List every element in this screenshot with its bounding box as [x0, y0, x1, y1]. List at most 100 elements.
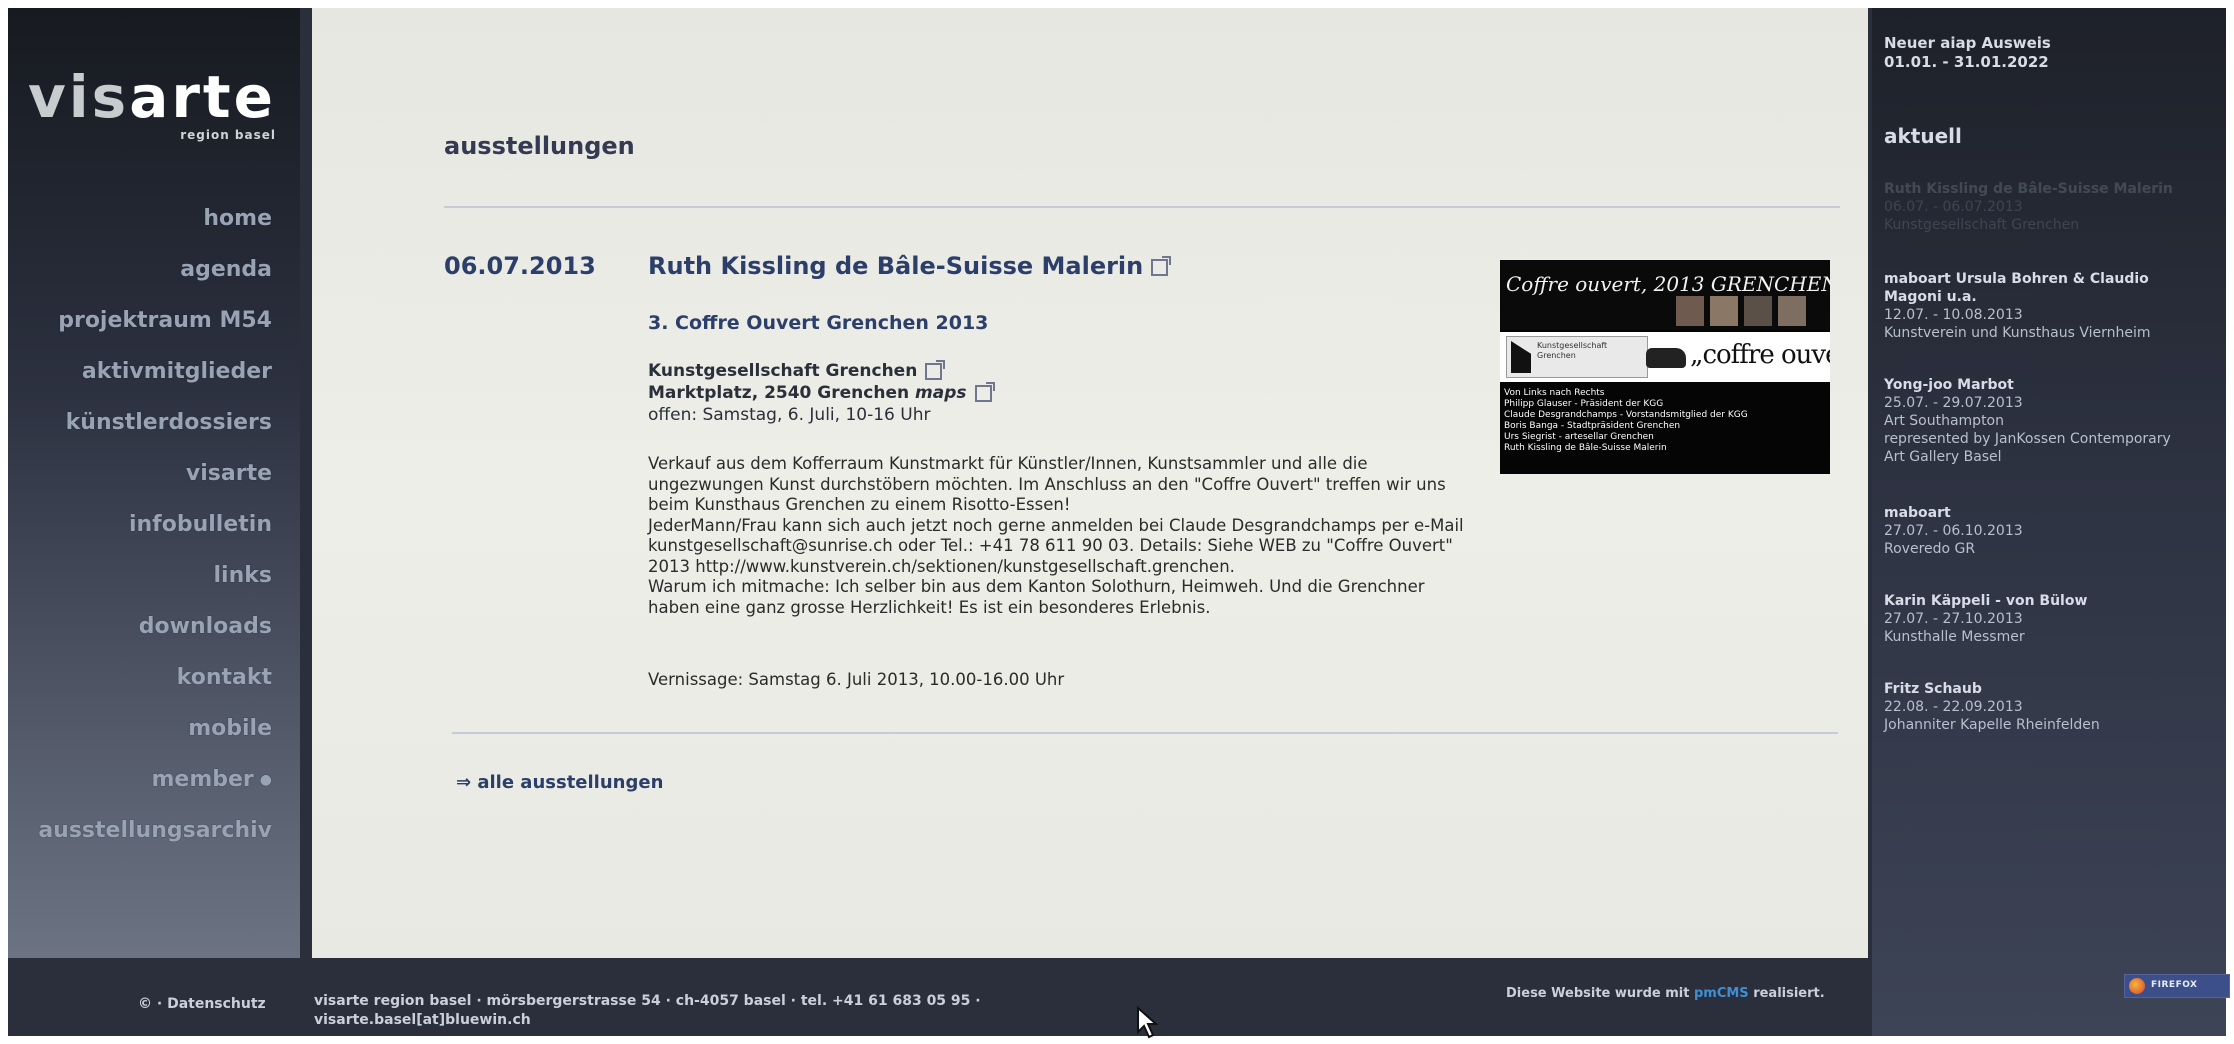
news-venue: Roveredo GR [1884, 541, 1976, 557]
nav-item-home[interactable]: home [38, 200, 272, 251]
news-item[interactable]: Karin Käppeli - von Bülow 27.07. - 27.10… [1884, 592, 2087, 646]
nav-item-aktivmitglieder[interactable]: aktivmitglieder [38, 353, 272, 404]
visarte-logo[interactable]: visarte region basel [28, 68, 276, 142]
external-link-icon [974, 381, 995, 402]
nav-item-infobulletin[interactable]: infobulletin [38, 506, 272, 557]
image-logo-strip: Kunstgesellschaft Grenchen „coffre ouver… [1500, 332, 1830, 382]
news-date: 12.07. - 10.08.2013 [1884, 307, 2023, 323]
vernissage-info: Vernissage: Samstag 6. Juli 2013, 10.00-… [648, 670, 1065, 689]
maps-link[interactable]: maps [915, 381, 995, 403]
news-date: 27.07. - 27.10.2013 [1884, 611, 2023, 627]
nav-item-member-label: member [151, 767, 254, 792]
nav-item-agenda[interactable]: agenda [38, 251, 272, 302]
news-date: 22.08. - 22.09.2013 [1884, 699, 2023, 715]
footer: © · Datenschutz visarte region basel · m… [8, 958, 1872, 1036]
datenschutz-link[interactable]: © · Datenschutz [138, 996, 266, 1012]
image-caption-list: Von Links nach Rechts Philipp Glauser - … [1504, 388, 1748, 454]
news-item[interactable]: maboart 27.07. - 06.10.2013 Roveredo GR [1884, 504, 2023, 558]
title-divider [444, 206, 1840, 208]
nav-item-ausstellungsarchiv[interactable]: ausstellungsarchiv [38, 812, 272, 863]
nav-item-links[interactable]: links [38, 557, 272, 608]
venue-address: Marktplatz, 2540 Grenchen [648, 383, 910, 403]
news-item[interactable]: Yong-joo Marbot 25.07. - 29.07.2013 Art … [1884, 376, 2171, 466]
firefox-icon [2129, 978, 2145, 994]
news-date: 06.07. - 06.07.2013 [1884, 199, 2023, 215]
news-item[interactable]: Ruth Kissling de Bâle-Suisse Malerin 06.… [1884, 180, 2173, 234]
exhibition-title-link[interactable]: Ruth Kissling de Bâle-Suisse Malerin [648, 252, 1172, 280]
news-item[interactable]: maboart Ursula Bohren & Claudio Magoni u… [1884, 270, 2151, 342]
exhibition-description: Verkauf aus dem Kofferraum Kunstmarkt fü… [648, 454, 1478, 618]
nav-item-kuenstlerdossiers[interactable]: künstlerdossiers [38, 404, 272, 455]
footer-contact: visarte region basel · mörsbergerstrasse… [314, 992, 981, 1030]
kgg-logo: Kunstgesellschaft Grenchen [1506, 336, 1648, 378]
news-title: Karin Käppeli - von Bülow [1884, 593, 2088, 609]
news-venue: Kunsthalle Messmer [1884, 629, 2025, 645]
firefox-badge-label: FIREFOX [2151, 980, 2198, 990]
external-link-icon [1151, 255, 1172, 276]
kgg-logo-text: Grenchen [1537, 351, 1576, 360]
main-nav: home agenda projektraum M54 aktivmitglie… [38, 200, 272, 863]
venue-name: Kunstgesellschaft Grenchen [648, 361, 918, 381]
person-photo [1710, 296, 1738, 326]
logo-wordmark: visarte [27, 63, 276, 131]
page-title: ausstellungen [444, 132, 635, 160]
exhibition-title: Ruth Kissling de Bâle-Suisse Malerin [648, 252, 1144, 280]
news-title-cont: Magoni u.a. [1884, 289, 1977, 305]
exhibition-image[interactable]: Coffre ouvert, 2013 GRENCHEN - Schw. 2 K… [1500, 260, 1830, 474]
mouse-cursor-icon [1137, 1006, 1159, 1039]
caption-line: Claude Desgrandchamps - Vorstandsmitglie… [1504, 410, 1748, 420]
kgg-logo-text: Kunstgesellschaft [1537, 341, 1608, 350]
news-title: Fritz Schaub [1884, 681, 1982, 697]
news-venue: Art Gallery Basel [1884, 449, 2002, 465]
nav-item-mobile[interactable]: mobile [38, 710, 272, 761]
news-title: Ruth Kissling de Bâle-Suisse Malerin [1884, 181, 2173, 197]
caption-line: Urs Siegrist - artesellar Grenchen [1504, 432, 1654, 442]
maps-label: maps [915, 383, 967, 403]
promo-date: 01.01. - 31.01.2022 [1884, 53, 2049, 71]
aiap-promo-link[interactable]: Neuer aiap Ausweis 01.01. - 31.01.2022 [1884, 34, 2051, 72]
news-venue: Kunstgesellschaft Grenchen [1884, 217, 2080, 233]
news-venue: Johanniter Kapelle Rheinfelden [1884, 717, 2100, 733]
all-exhibitions-link[interactable]: ⇒ alle ausstellungen [456, 772, 663, 793]
news-venue: Art Southampton [1884, 413, 2004, 429]
person-photo [1778, 296, 1806, 326]
exhibition-venue: Kunstgesellschaft Grenchen Marktplatz, 2… [648, 359, 995, 426]
news-date: 25.07. - 29.07.2013 [1884, 395, 2023, 411]
aktuell-heading: aktuell [1884, 124, 1962, 148]
caption-line: Philipp Glauser - Präsident der KGG [1504, 399, 1664, 409]
main-content: ausstellungen 06.07.2013 Ruth Kissling d… [312, 8, 1868, 964]
description-paragraph: Verkauf aus dem Kofferraum Kunstmarkt fü… [648, 454, 1446, 514]
caption-line: Ruth Kissling de Bâle-Suisse Malerin [1504, 443, 1667, 453]
person-photo [1744, 296, 1772, 326]
nav-item-visarte[interactable]: visarte [38, 455, 272, 506]
image-photo-strip: Coffre ouvert, 2013 GRENCHEN - Schw. 2 [1500, 260, 1830, 330]
firefox-badge[interactable]: FIREFOX [2124, 974, 2230, 998]
news-date: 27.07. - 06.10.2013 [1884, 523, 2023, 539]
news-item[interactable]: Fritz Schaub 22.08. - 22.09.2013 Johanni… [1884, 680, 2100, 734]
nav-item-projektraum[interactable]: projektraum M54 [38, 302, 272, 353]
right-sidebar: Neuer aiap Ausweis 01.01. - 31.01.2022 a… [1872, 8, 2226, 1036]
news-title: Yong-joo Marbot [1884, 377, 2014, 393]
footer-address: · mörsbergerstrasse 54 · ch-4057 basel ·… [471, 993, 981, 1009]
content-divider [452, 732, 1838, 734]
kgg-logo-mark-icon [1511, 341, 1531, 373]
car-icon [1646, 348, 1686, 368]
nav-item-kontakt[interactable]: kontakt [38, 659, 272, 710]
image-script-title: Coffre ouvert, 2013 GRENCHEN - Schw. 2 [1506, 272, 1830, 296]
footer-email: visarte.basel[at]bluewin.ch [314, 1012, 531, 1028]
venue-link[interactable]: Kunstgesellschaft Grenchen [648, 359, 946, 381]
exhibition-subtitle: 3. Coffre Ouvert Grenchen 2013 [648, 312, 989, 334]
caption-line: Von Links nach Rechts [1504, 388, 1605, 398]
cms-credit: Diese Website wurde mit pmCMS realisiert… [1506, 986, 1825, 1001]
external-link-icon [925, 359, 946, 380]
person-photo [1676, 296, 1704, 326]
nav-item-member[interactable]: member ● [38, 761, 272, 812]
exhibition-date: 06.07.2013 [444, 252, 596, 280]
description-paragraph: JederMann/Frau kann sich auch jetzt noch… [648, 515, 1464, 576]
footer-org-name: visarte region basel [314, 993, 472, 1009]
news-venue: Kunstverein und Kunsthaus Viernheim [1884, 325, 2151, 341]
pmcms-link[interactable]: pmCMS [1694, 986, 1749, 1001]
nav-item-downloads[interactable]: downloads [38, 608, 272, 659]
news-title: maboart Ursula Bohren & Claudio [1884, 271, 2149, 287]
left-sidebar: visarte region basel home agenda projekt… [8, 8, 300, 958]
